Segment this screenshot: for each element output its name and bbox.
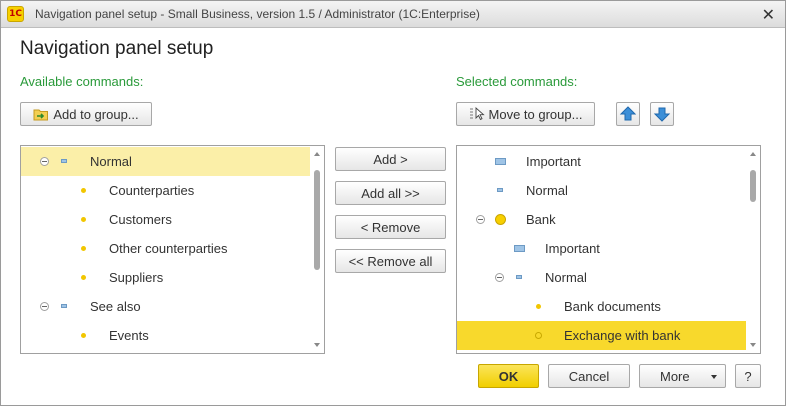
dot-icon [81,333,86,338]
add-to-group-label: Add to group... [53,106,139,122]
remove-button[interactable]: < Remove [335,215,446,239]
collapse-icon[interactable] [476,215,485,224]
scroll-down-icon[interactable] [314,343,320,347]
more-button[interactable]: More [639,364,726,388]
tree-item-label: Important [545,241,600,256]
scroll-down-icon[interactable] [750,343,756,347]
close-icon[interactable]: ✕ [762,5,775,24]
tree-item-label: Customers [109,212,172,227]
tree-item-label: Events [109,328,149,343]
collapse-icon[interactable] [495,273,504,282]
ok-button[interactable]: OK [478,364,539,388]
chevron-down-icon [711,375,717,379]
small-rect-icon [61,159,67,163]
tree-item[interactable]: Events [21,321,310,350]
add-all-button[interactable]: Add all >> [335,181,446,205]
cancel-button[interactable]: Cancel [548,364,630,388]
tree-item[interactable]: Normal [457,263,746,292]
tree-item[interactable]: Suppliers [21,263,310,292]
title-bar: 1C Navigation panel setup - Small Busine… [1,1,785,28]
collapse-icon[interactable] [40,157,49,166]
tree-item-label: Bank documents [564,299,661,314]
tree-item[interactable]: Bank [457,205,746,234]
add-to-group-button[interactable]: Add to group... [20,102,152,126]
more-label: More [660,368,690,384]
tree-item-label: See also [90,299,141,314]
tree-item-label: Counterparties [109,183,195,198]
dialog-heading: Navigation panel setup [20,38,214,59]
tree-item-label: Other counterparties [109,241,228,256]
dot-big-icon [495,214,506,225]
window-title: Navigation panel setup - Small Business,… [35,7,480,21]
tree-item[interactable]: Customers [21,205,310,234]
selected-commands-label: Selected commands: [456,74,578,89]
small-rect-icon [497,188,503,192]
folder-add-icon [33,107,49,121]
collapse-icon[interactable] [40,302,49,311]
add-button[interactable]: Add > [335,147,446,171]
tree-item-label: Exchange with bank [564,328,681,343]
dialog-window: 1C Navigation panel setup - Small Busine… [0,0,786,406]
scrollbar-thumb[interactable] [314,170,320,270]
app-logo: 1C [7,6,24,22]
rect-icon [495,158,506,165]
tree-item-label: Suppliers [109,270,164,285]
rect-icon [514,245,525,252]
arrow-down-icon [653,107,671,122]
dot-icon [81,246,86,251]
tree-item[interactable]: See also [21,292,310,321]
tree-item[interactable]: Other counterparties [21,234,310,263]
dot-icon [81,217,86,222]
tree-item[interactable]: Normal [21,147,310,176]
tree-item[interactable]: Important [457,147,746,176]
scrollbar-thumb[interactable] [750,170,756,202]
tree-item-label: Bank [526,212,556,227]
move-cursor-icon [469,107,485,121]
scroll-up-icon[interactable] [750,152,756,156]
available-commands-label: Available commands: [20,74,144,89]
tree-item[interactable]: Important [457,234,746,263]
small-rect-icon [61,304,67,308]
tree-item[interactable]: Normal [457,176,746,205]
available-commands-tree[interactable]: Normal Counterparties Customers Other co… [20,145,325,354]
dot-icon [81,188,86,193]
move-to-group-label: Move to group... [488,106,583,122]
tree-item-label: Normal [90,154,132,169]
dot-ring-icon [535,332,542,339]
small-rect-icon [516,275,522,279]
vertical-scrollbar[interactable] [747,146,760,353]
move-down-button[interactable] [650,102,674,126]
arrow-up-icon [619,106,637,121]
selected-commands-tree[interactable]: Important Normal Bank Important Normal B… [456,145,761,354]
move-to-group-button[interactable]: Move to group... [456,102,595,126]
dot-icon [81,275,86,280]
vertical-scrollbar[interactable] [311,146,324,353]
tree-item[interactable]: Exchange with bank [457,321,746,350]
tree-item-label: Normal [545,270,587,285]
dot-icon [536,304,541,309]
move-up-button[interactable] [616,102,640,126]
tree-item-label: Important [526,154,581,169]
help-button[interactable]: ? [735,364,761,388]
remove-all-button[interactable]: << Remove all [335,249,446,273]
tree-item-label: Normal [526,183,568,198]
scroll-up-icon[interactable] [314,152,320,156]
tree-item[interactable]: Bank documents [457,292,746,321]
tree-item[interactable]: Counterparties [21,176,310,205]
